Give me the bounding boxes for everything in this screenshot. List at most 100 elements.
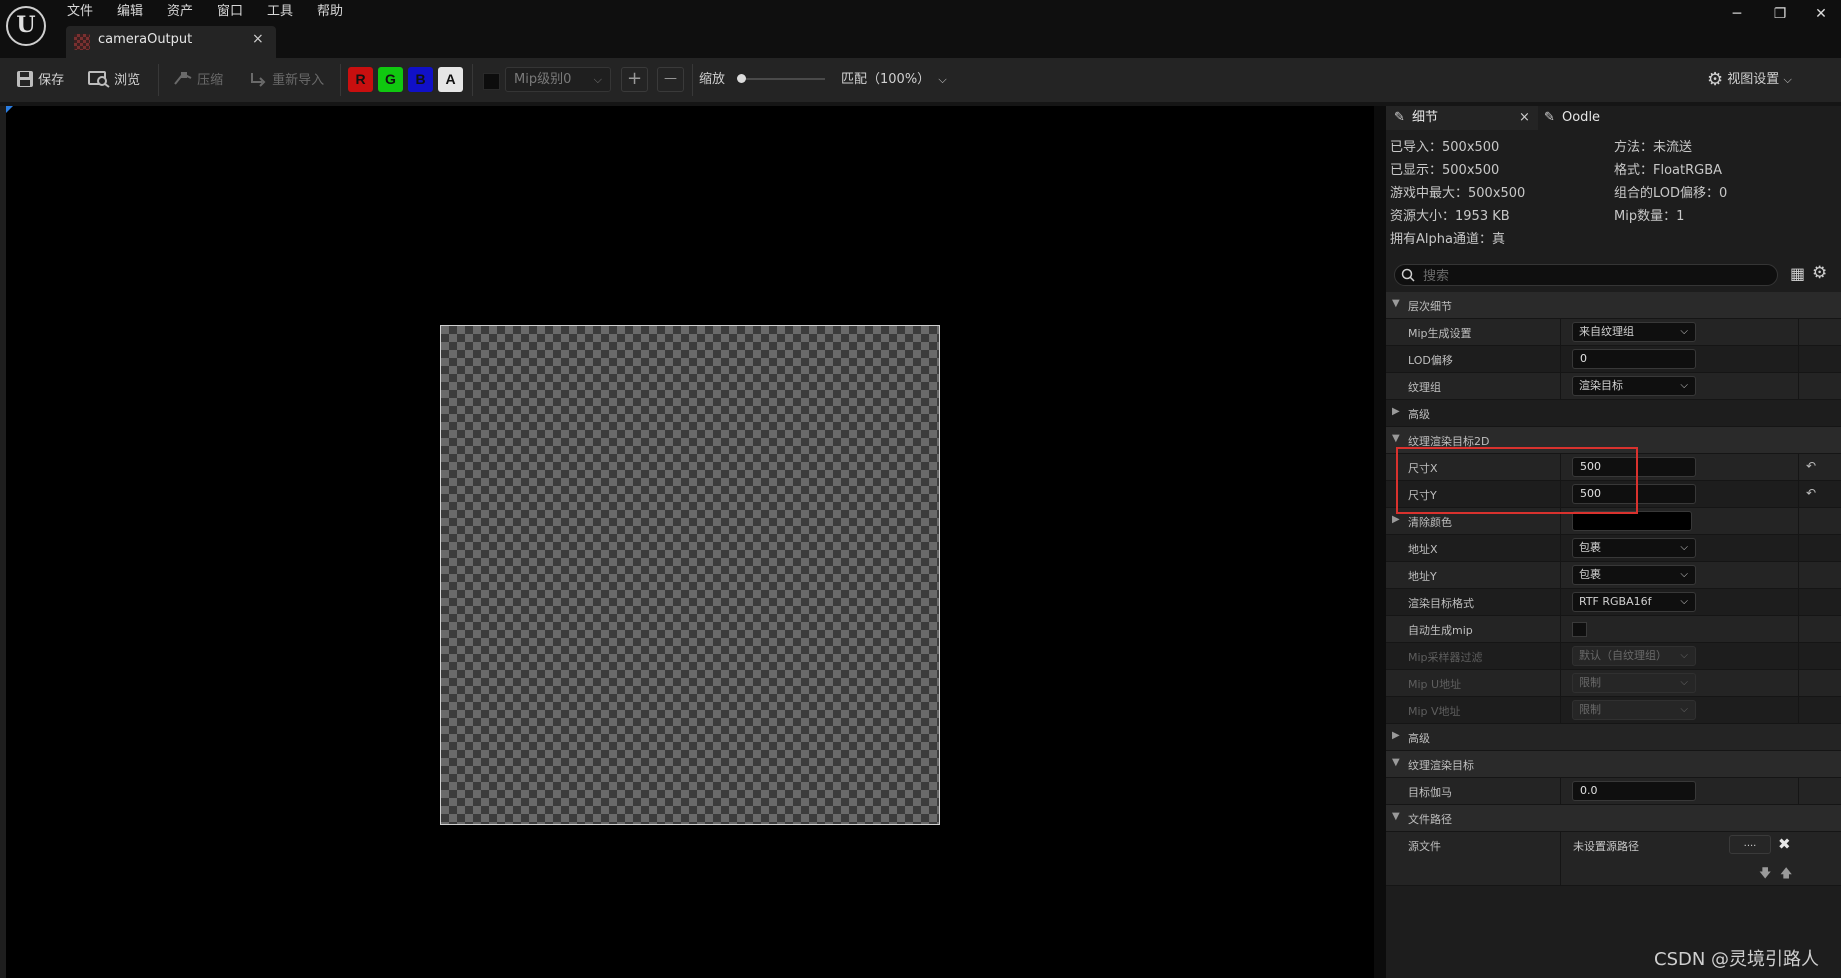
advanced-group[interactable]: ▶ 高级 (1386, 400, 1841, 427)
arrow-down-icon[interactable]: 🡇 (1759, 864, 1771, 885)
advanced-group[interactable]: ▶ 高级 (1386, 724, 1841, 751)
mip-decrease-button[interactable]: — (657, 67, 684, 92)
collapse-arrow-icon: ▼ (1392, 433, 1400, 444)
menu-asset[interactable]: 资产 (167, 2, 193, 22)
close-window-icon[interactable]: ✕ (1801, 6, 1841, 22)
mip-level-select[interactable]: Mip级别0 ⌵ (505, 67, 611, 92)
menu-file[interactable]: 文件 (67, 2, 93, 22)
gear-icon[interactable]: ⚙ (1812, 263, 1827, 283)
auto-mip-checkbox[interactable] (1572, 622, 1587, 637)
reimport-icon (251, 73, 266, 87)
save-button[interactable]: 保存 (16, 70, 64, 90)
info-lod-bias: 组合的LOD偏移：0 (1614, 186, 1728, 201)
mip-gen-settings-dropdown[interactable]: 来自纹理组 ⌵ (1572, 322, 1696, 342)
tab-title: cameraOutput (98, 32, 193, 47)
expand-arrow-icon: ▶ (1392, 514, 1400, 525)
expand-arrow-icon: ▶ (1392, 406, 1400, 417)
tab-details[interactable]: ✎ 细节 × (1386, 106, 1538, 130)
tab-close-icon[interactable]: × (1519, 106, 1530, 130)
zoom-label: 缩放 (699, 72, 726, 87)
browse-source-button[interactable]: .... (1729, 835, 1771, 854)
collapse-arrow-icon: ▼ (1392, 811, 1400, 822)
view-settings-button[interactable]: ⚙ 视图设置 ⌵ (1707, 70, 1792, 90)
view-settings-label: 视图设置 (1727, 72, 1780, 87)
tab-oodle[interactable]: ✎ Oodle (1538, 106, 1658, 130)
chevron-down-icon: ⌵ (938, 73, 947, 86)
collapse-arrow-icon: ▼ (1392, 757, 1400, 768)
property-row: 自动生成mip (1386, 616, 1841, 643)
section-lod[interactable]: ▼ 层次细节 (1386, 292, 1841, 319)
search-box[interactable] (1394, 264, 1778, 286)
address-y-dropdown[interactable]: 包裹 ⌵ (1572, 565, 1696, 585)
restore-icon[interactable]: ❐ (1760, 6, 1800, 22)
chevron-down-icon: ⌵ (1680, 596, 1688, 607)
mip-level-checkbox[interactable] (483, 73, 500, 90)
chevron-down-icon: ⌵ (1680, 677, 1688, 688)
reimport-button[interactable]: 重新导入 (248, 70, 324, 90)
gear-icon: ⚙ (1707, 69, 1724, 90)
menu-help[interactable]: 帮助 (317, 2, 343, 22)
property-row: 目标伽马 0.0 (1386, 778, 1841, 805)
menu-window[interactable]: 窗口 (217, 2, 243, 22)
minimize-icon[interactable]: ─ (1717, 6, 1757, 22)
section-render-target[interactable]: ▼ 纹理渲染目标 (1386, 751, 1841, 778)
property-label: 清除颜色 (1408, 516, 1452, 529)
menu-tools[interactable]: 工具 (267, 2, 293, 22)
channel-b-toggle[interactable]: B (408, 67, 433, 92)
tab-close-icon[interactable]: × (252, 31, 264, 47)
panel-splitter[interactable] (1374, 106, 1386, 978)
channel-g-toggle[interactable]: G (378, 67, 403, 92)
arrow-up-icon[interactable]: 🡅 (1780, 864, 1792, 885)
address-x-dropdown[interactable]: 包裹 ⌵ (1572, 538, 1696, 558)
save-icon (17, 71, 33, 87)
dropdown-value: 包裹 (1579, 568, 1601, 581)
unreal-logo[interactable]: U (6, 6, 46, 46)
dropdown-value: 默认（自纹理组） (1579, 649, 1667, 662)
mip-u-address-dropdown[interactable]: 限制 ⌵ (1572, 673, 1696, 693)
section-file-path[interactable]: ▼ 文件路径 (1386, 805, 1841, 832)
chevron-down-icon: ⌵ (593, 73, 602, 86)
pencil-icon: ✎ (1394, 110, 1405, 125)
mip-level-value: Mip级别0 (514, 72, 572, 87)
target-gamma-input[interactable]: 0.0 (1572, 781, 1696, 801)
property-label: Mip V地址 (1408, 705, 1461, 718)
search-input[interactable] (1421, 266, 1755, 286)
dropdown-value: RTF RGBA16f (1579, 595, 1652, 608)
property-label: 自动生成mip (1408, 624, 1473, 637)
tab-details-label: 细节 (1412, 110, 1439, 125)
property-label: 目标伽马 (1408, 786, 1452, 799)
chevron-down-icon: ⌵ (1783, 73, 1792, 86)
browse-label: 浏览 (114, 73, 141, 88)
property-label: 高级 (1408, 408, 1430, 421)
zoom-slider[interactable] (742, 78, 825, 80)
clear-color-swatch[interactable] (1572, 511, 1692, 531)
source-path-value: 未设置源路径 (1573, 840, 1639, 853)
render-target-format-dropdown[interactable]: RTF RGBA16f ⌵ (1572, 592, 1696, 612)
tab-oodle-label: Oodle (1562, 110, 1601, 125)
compress-button[interactable]: 压缩 (173, 70, 223, 90)
pencil-icon: ✎ (1544, 110, 1555, 125)
mip-v-address-dropdown[interactable]: 限制 ⌵ (1572, 700, 1696, 720)
property-row: Mip采样器过滤 默认（自纹理组） ⌵ (1386, 643, 1841, 670)
lod-bias-input[interactable]: 0 (1572, 349, 1696, 369)
annotation-highlight-box (1396, 447, 1638, 514)
info-format: 格式：FloatRGBA (1614, 163, 1723, 178)
clear-path-icon[interactable]: ✖ (1778, 835, 1791, 853)
browse-button[interactable]: 浏览 (88, 70, 140, 90)
texture-asset-icon (74, 34, 90, 50)
channel-a-toggle[interactable]: A (438, 67, 463, 92)
document-tab[interactable]: cameraOutput × (66, 26, 276, 58)
mip-sampler-filter-dropdown[interactable]: 默认（自纹理组） ⌵ (1572, 646, 1696, 666)
reset-arrow-icon[interactable]: ↶ (1806, 486, 1816, 500)
zoom-slider-handle[interactable] (737, 74, 746, 83)
menu-edit[interactable]: 编辑 (117, 2, 143, 22)
texture-group-dropdown[interactable]: 渲染目标 ⌵ (1572, 376, 1696, 396)
zoom-fit-dropdown[interactable]: 匹配（100%） ⌵ (841, 70, 947, 90)
table-view-icon[interactable]: ▦ (1790, 264, 1805, 283)
property-row: 渲染目标格式 RTF RGBA16f ⌵ (1386, 589, 1841, 616)
toolbar-divider (158, 64, 159, 96)
reset-arrow-icon[interactable]: ↶ (1806, 459, 1816, 473)
channel-r-toggle[interactable]: R (348, 67, 373, 92)
mip-increase-button[interactable]: + (621, 67, 648, 92)
dropdown-value: 来自纹理组 (1579, 325, 1634, 338)
